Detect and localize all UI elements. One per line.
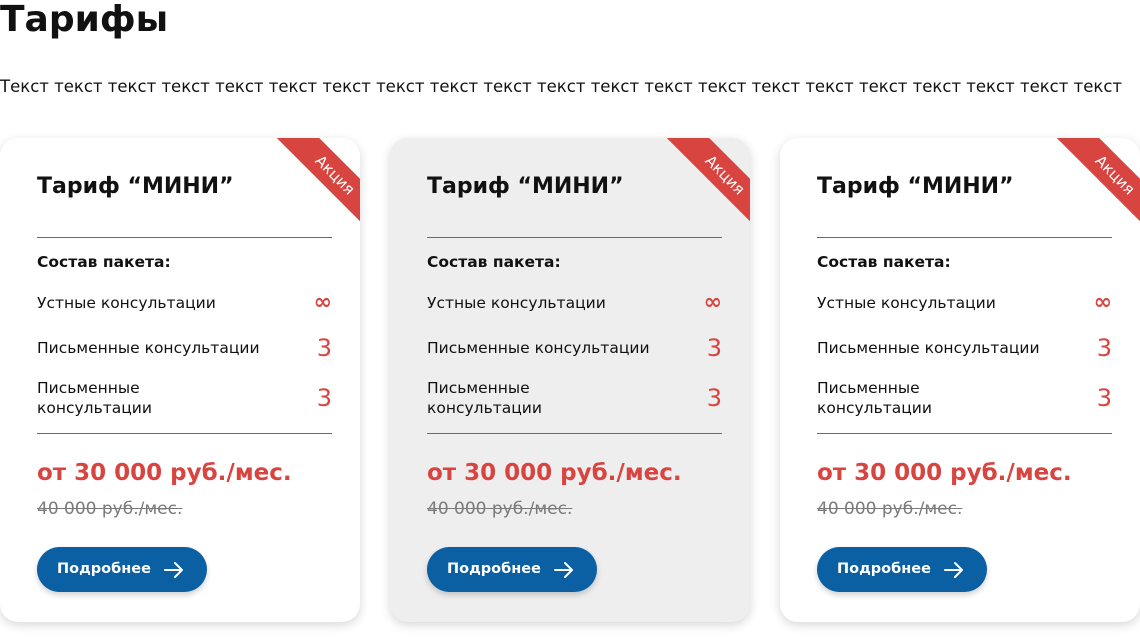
package-heading: Состав пакета: xyxy=(37,253,171,271)
more-details-button[interactable]: Подробнее xyxy=(817,547,987,592)
tariff-title: Тариф “МИНИ” xyxy=(37,174,234,199)
more-details-button[interactable]: Подробнее xyxy=(37,547,207,592)
divider xyxy=(427,433,722,434)
divider xyxy=(37,433,332,434)
feature-row: Устные консультации ∞ xyxy=(817,288,1112,318)
intro-text: Текст текст текст текст текст текст текс… xyxy=(0,77,1123,96)
feature-label: Письменные консультации xyxy=(37,379,152,417)
feature-value: 3 xyxy=(316,384,332,412)
promo-ribbon: Акция xyxy=(650,138,750,238)
feature-row: Письменные консультации 3 xyxy=(37,333,332,363)
tariff-title: Тариф “МИНИ” xyxy=(817,174,1014,199)
arrow-right-icon xyxy=(164,562,183,578)
tariff-title: Тариф “МИНИ” xyxy=(427,174,624,199)
feature-label: Письменные консультации xyxy=(37,339,260,357)
price: от 30 000 руб./мес. xyxy=(427,460,682,486)
divider xyxy=(817,237,1112,238)
feature-value: 3 xyxy=(1096,334,1112,362)
feature-row: Устные консультации ∞ xyxy=(427,288,722,318)
promo-ribbon-label: Акция xyxy=(1050,138,1140,238)
feature-value: ∞ xyxy=(703,290,722,315)
price: от 30 000 руб./мес. xyxy=(817,460,1072,486)
divider xyxy=(427,237,722,238)
feature-label: Письменные консультации xyxy=(817,339,1040,357)
old-price: 40 000 руб./мес. xyxy=(427,499,573,519)
old-price: 40 000 руб./мес. xyxy=(37,499,183,519)
feature-label: Устные консультации xyxy=(37,294,216,312)
divider xyxy=(817,433,1112,434)
feature-row: Письменные консультации 3 xyxy=(817,333,1112,363)
more-details-button-label: Подробнее xyxy=(57,561,151,577)
feature-row: Письменные консультации 3 xyxy=(427,376,722,420)
page-title: Тарифы xyxy=(0,0,169,40)
more-details-button[interactable]: Подробнее xyxy=(427,547,597,592)
package-heading: Состав пакета: xyxy=(427,253,561,271)
feature-label: Устные консультации xyxy=(427,294,606,312)
feature-label: Письменные консультации xyxy=(427,379,542,417)
feature-label: Письменные консультации xyxy=(817,379,932,417)
arrow-right-icon xyxy=(944,562,963,578)
feature-value: 3 xyxy=(706,334,722,362)
promo-ribbon-label: Акция xyxy=(660,138,750,238)
more-details-button-label: Подробнее xyxy=(447,561,541,577)
feature-label: Устные консультации xyxy=(817,294,996,312)
tariff-card: Акция Тариф “МИНИ” Состав пакета: Устные… xyxy=(390,138,750,622)
feature-row: Письменные консультации 3 xyxy=(37,376,332,420)
price: от 30 000 руб./мес. xyxy=(37,460,292,486)
feature-value: 3 xyxy=(316,334,332,362)
promo-ribbon-label: Акция xyxy=(270,138,360,238)
feature-value: 3 xyxy=(1096,384,1112,412)
feature-row: Устные консультации ∞ xyxy=(37,288,332,318)
old-price: 40 000 руб./мес. xyxy=(817,499,963,519)
promo-ribbon: Акция xyxy=(260,138,360,238)
feature-row: Письменные консультации 3 xyxy=(427,333,722,363)
tariff-card: Акция Тариф “МИНИ” Состав пакета: Устные… xyxy=(0,138,360,622)
tariff-card: Акция Тариф “МИНИ” Состав пакета: Устные… xyxy=(780,138,1140,622)
promo-ribbon: Акция xyxy=(1040,138,1140,238)
feature-label: Письменные консультации xyxy=(427,339,650,357)
feature-row: Письменные консультации 3 xyxy=(817,376,1112,420)
divider xyxy=(37,237,332,238)
feature-value: ∞ xyxy=(1093,290,1112,315)
package-heading: Состав пакета: xyxy=(817,253,951,271)
feature-value: ∞ xyxy=(313,290,332,315)
arrow-right-icon xyxy=(554,562,573,578)
feature-value: 3 xyxy=(706,384,722,412)
more-details-button-label: Подробнее xyxy=(837,561,931,577)
